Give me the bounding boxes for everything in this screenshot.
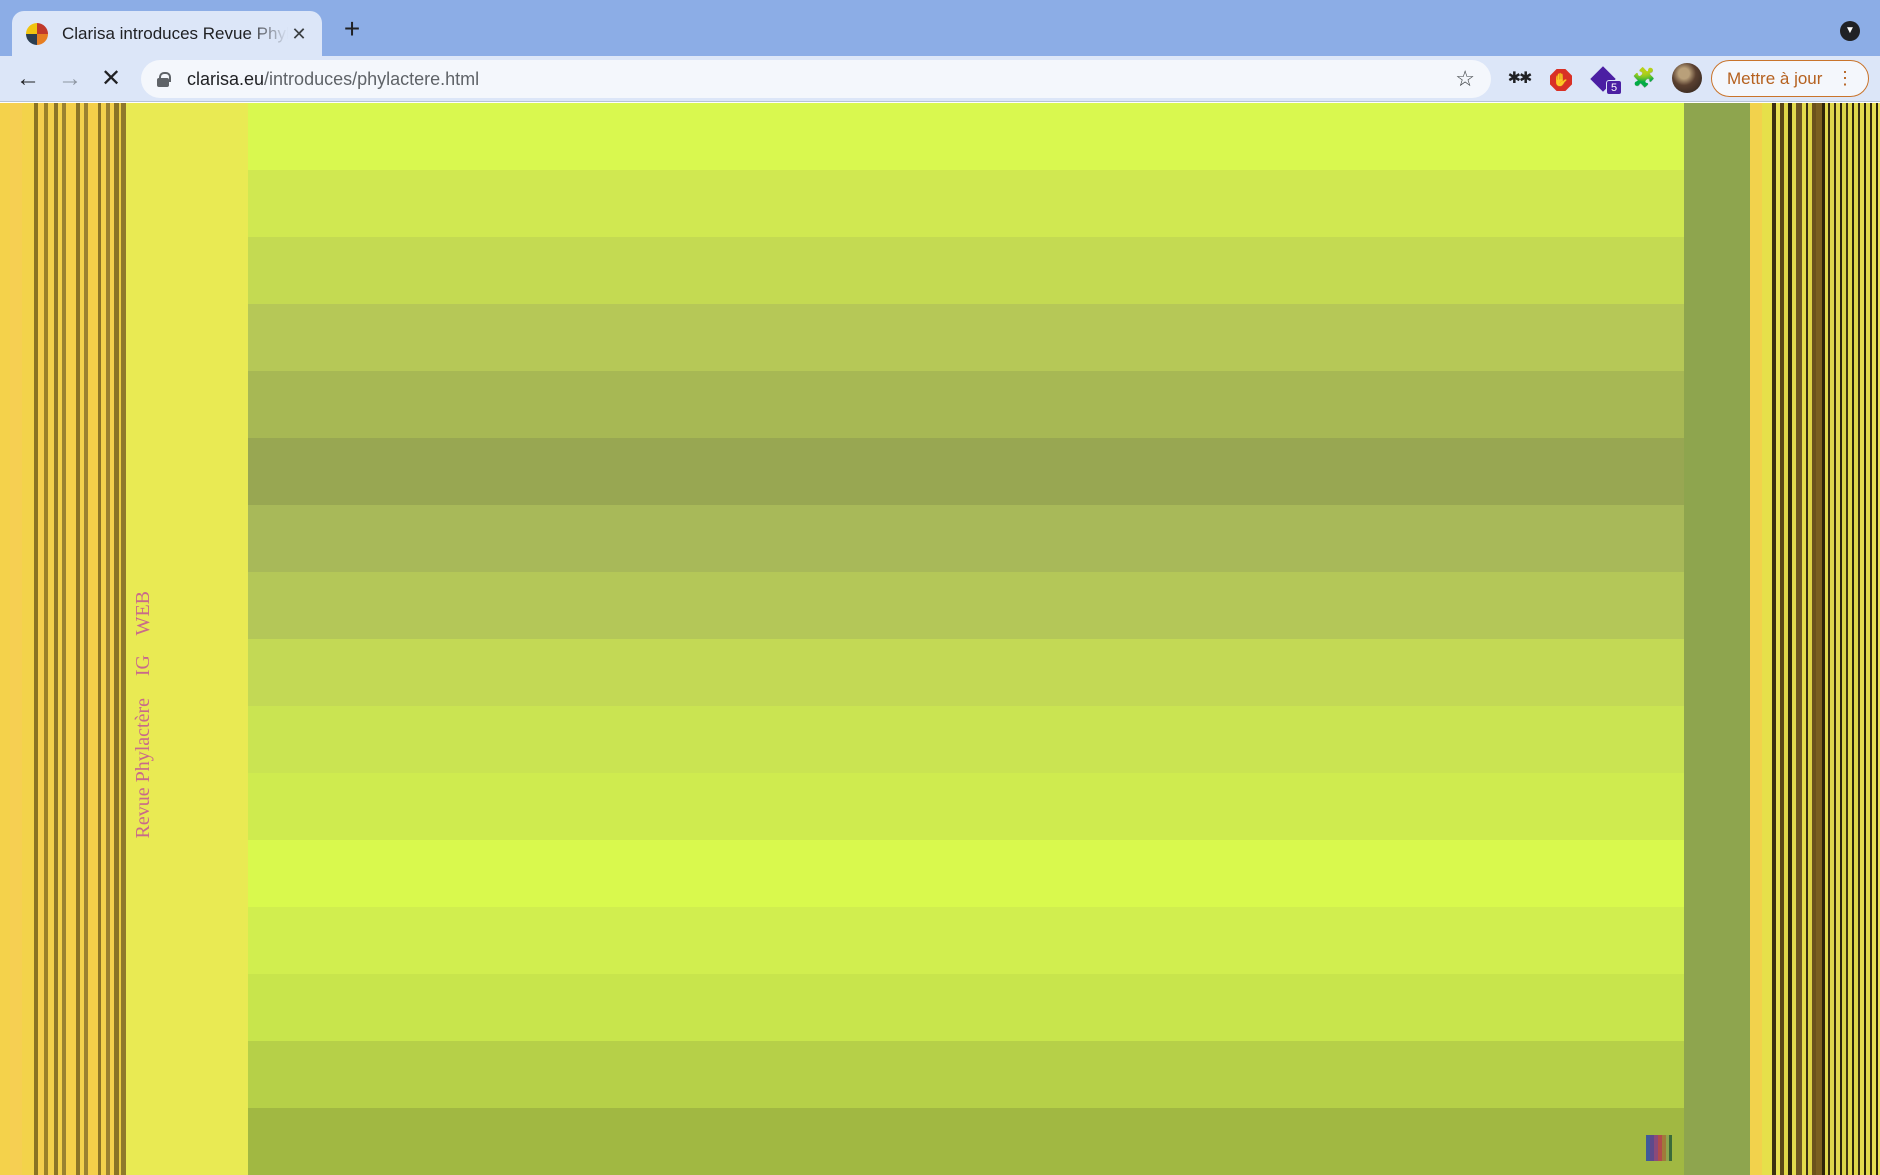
url-domain: clarisa.eu (187, 68, 265, 89)
extensions-puzzle-icon[interactable]: 🧩 (1629, 64, 1659, 94)
link-web[interactable]: WEB (132, 591, 155, 635)
extension-asterisk-icon[interactable]: ✱✱ (1504, 64, 1534, 94)
color-band (248, 572, 1684, 639)
address-bar[interactable]: clarisa.eu/introduces/phylactere.html ☆ (141, 60, 1491, 98)
browser-toolbar: ← → ✕ clarisa.eu/introduces/phylactere.h… (0, 56, 1880, 102)
browser-tab[interactable]: Clarisa introduces Revue Phylactère ✕ (12, 11, 322, 56)
link-ig[interactable]: IG (132, 655, 155, 676)
color-band (248, 1108, 1684, 1175)
color-band (248, 304, 1684, 371)
lock-icon[interactable] (157, 71, 171, 87)
color-band (248, 773, 1684, 840)
menu-dots-icon[interactable]: ⋮ (1836, 68, 1854, 88)
extension-cube-icon[interactable]: 5 (1588, 64, 1622, 95)
new-tab-button[interactable]: + (337, 14, 367, 44)
bookmark-star-icon[interactable]: ☆ (1455, 66, 1475, 92)
update-button-label: Mettre à jour (1727, 68, 1823, 88)
site-favicon-icon (26, 22, 48, 45)
color-band (248, 974, 1684, 1041)
color-band (248, 103, 1684, 170)
palette-icon[interactable] (1646, 1135, 1672, 1161)
tab-search-icon[interactable]: ▼ (1840, 21, 1860, 41)
color-band (248, 1041, 1684, 1108)
color-band (248, 438, 1684, 505)
close-tab-icon[interactable]: ✕ (288, 23, 310, 45)
left-stripe-decoration (0, 103, 126, 1175)
right-column (1684, 103, 1750, 1175)
page-viewport: Revue Phylactère IG WEB (0, 103, 1880, 1175)
tab-title: Clarisa introduces Revue Phylactère (62, 23, 288, 43)
extension-badge: 5 (1606, 80, 1622, 95)
color-band (248, 907, 1684, 974)
color-band-area (248, 103, 1684, 1175)
sidebar-links: Revue Phylactère IG WEB (132, 495, 160, 855)
color-band (248, 706, 1684, 773)
adblock-extension-icon[interactable]: ✋ (1546, 64, 1576, 94)
back-arrow-icon[interactable]: ← (11, 62, 45, 96)
link-revue-phylactere[interactable]: Revue Phylactère (132, 698, 155, 839)
url-path: /introduces/phylactere.html (264, 68, 480, 89)
forward-arrow-icon[interactable]: → (53, 62, 87, 96)
color-band (248, 639, 1684, 706)
right-stripe-decoration (1750, 103, 1880, 1175)
tab-bar: Clarisa introduces Revue Phylactère ✕ + … (0, 0, 1880, 56)
color-band (248, 840, 1684, 907)
color-band (248, 505, 1684, 572)
color-band (248, 170, 1684, 237)
color-band (248, 371, 1684, 438)
stop-loading-icon[interactable]: ✕ (94, 62, 128, 96)
update-button[interactable]: Mettre à jour ⋮ (1711, 60, 1869, 97)
url-text[interactable]: clarisa.eu/introduces/phylactere.html (187, 69, 1455, 90)
profile-avatar[interactable] (1672, 63, 1702, 93)
color-band (248, 237, 1684, 304)
